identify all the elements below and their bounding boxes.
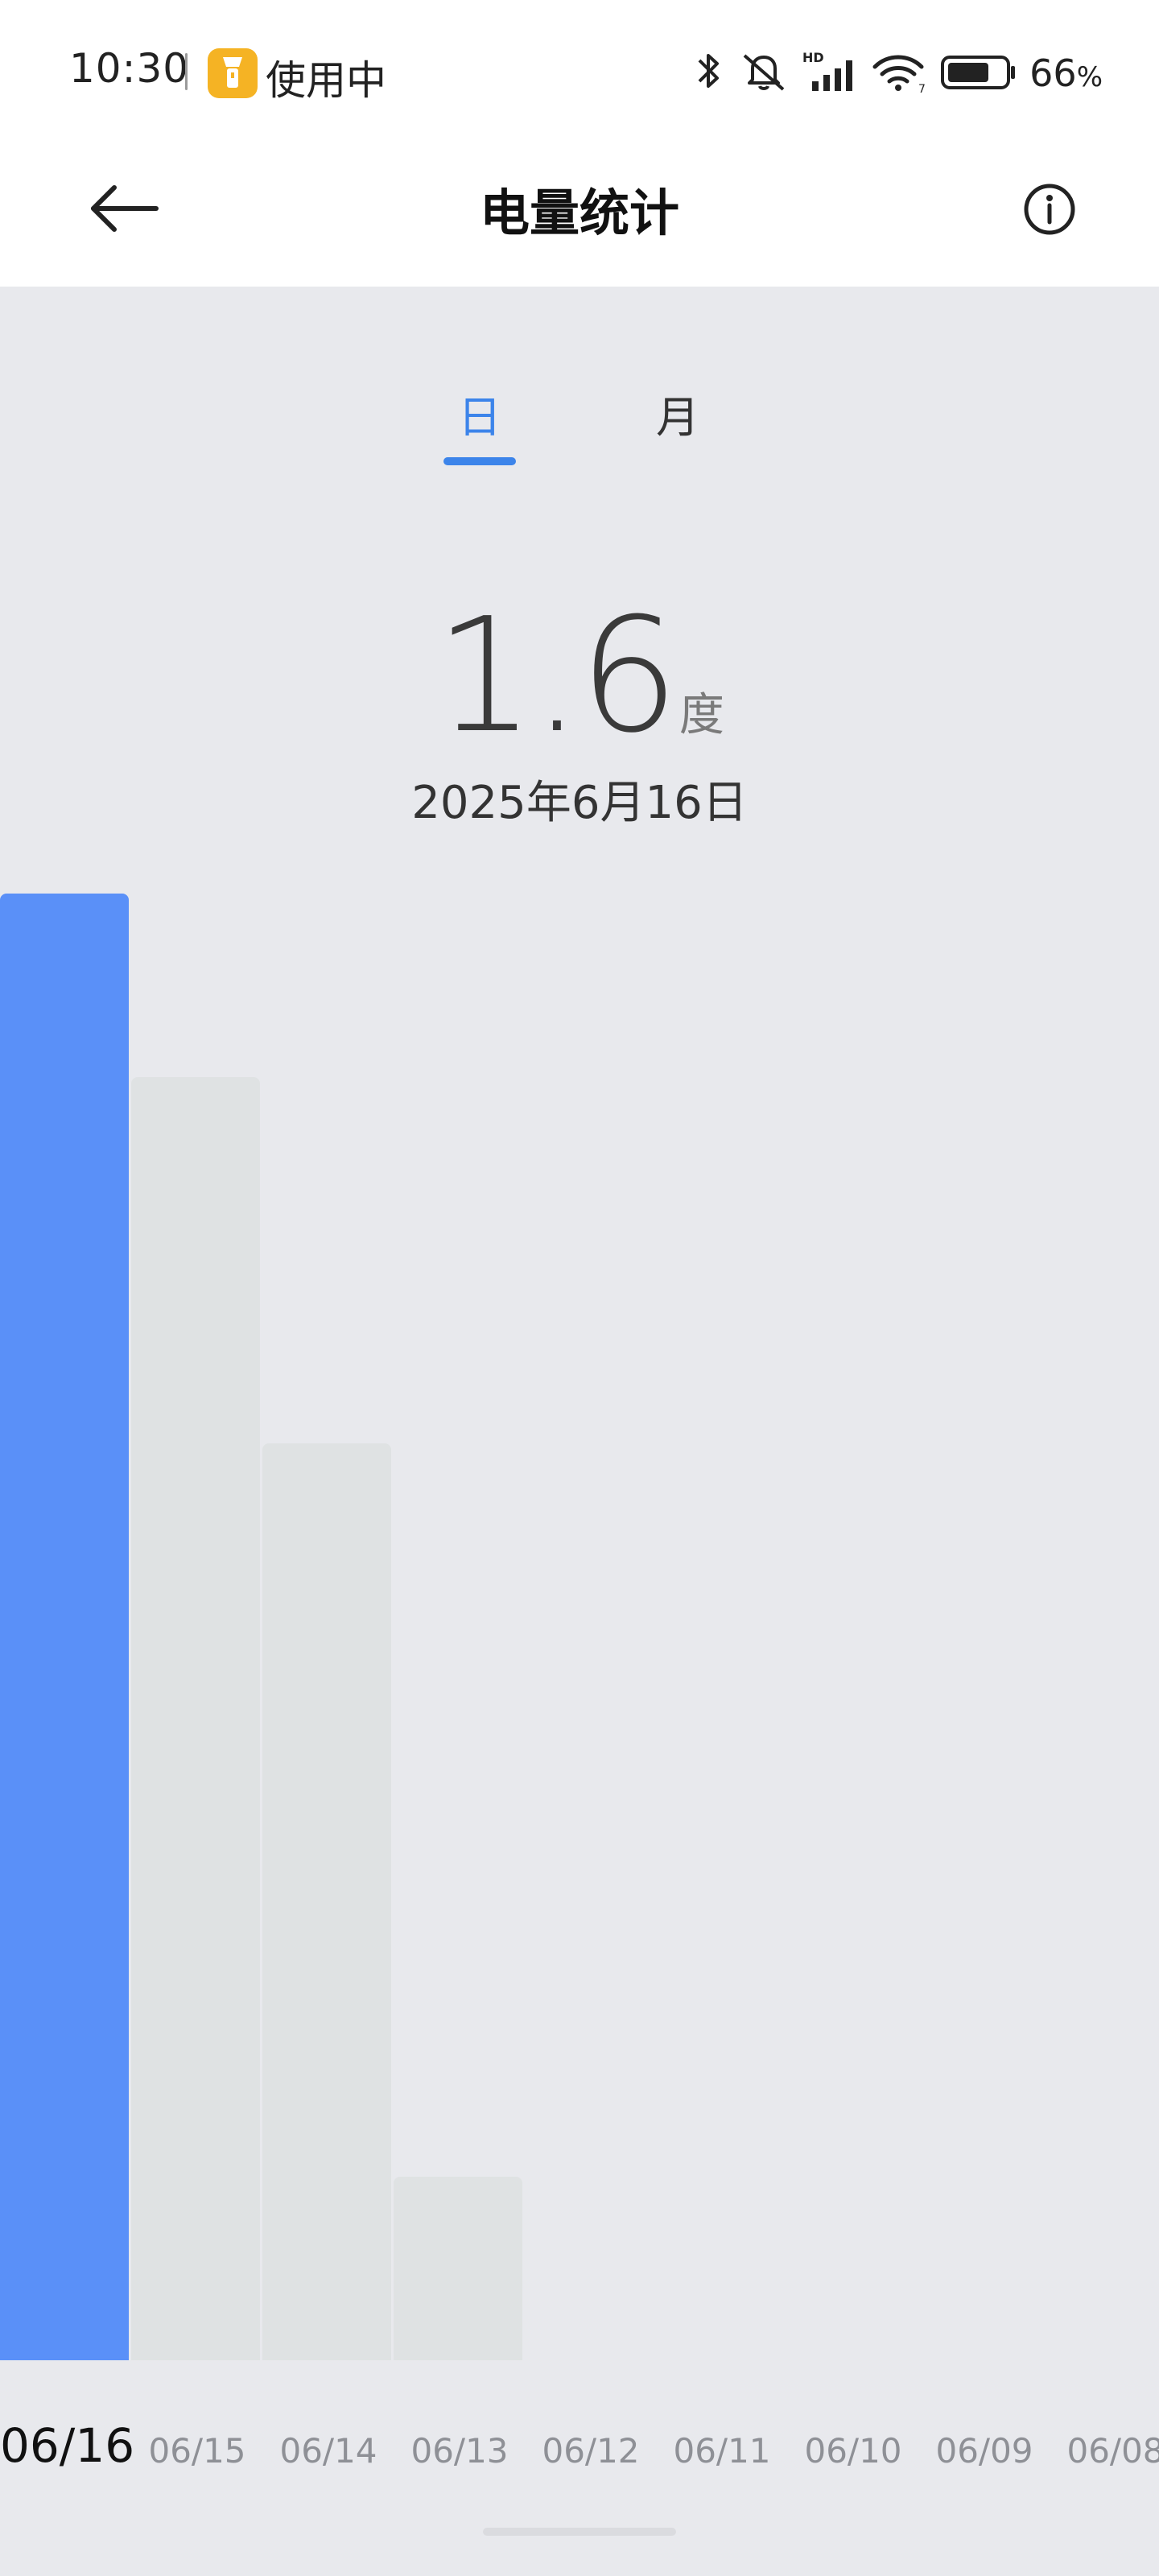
flashlight-icon[interactable]: [208, 48, 258, 98]
bluetooth-icon: [693, 49, 725, 97]
x-label-06-13[interactable]: 06/13: [395, 2431, 524, 2471]
x-label-06-12[interactable]: 06/12: [526, 2431, 655, 2471]
bar-06-13[interactable]: [394, 2177, 522, 2360]
battery-percent: 66%: [1029, 52, 1103, 95]
usage-value: 1.6: [435, 584, 679, 768]
battery-value: 66: [1029, 52, 1077, 95]
status-icons: HD 7 66%: [693, 45, 1103, 101]
usage-summary: 1.6度: [0, 588, 1159, 765]
x-label-06-15[interactable]: 06/15: [133, 2431, 262, 2471]
svg-text:7: 7: [918, 83, 926, 94]
x-label-06-08[interactable]: 06/08: [1051, 2431, 1159, 2471]
bar-06-16[interactable]: [0, 894, 129, 2360]
app-status-text[interactable]: 使用中: [266, 48, 386, 106]
bar-06-15[interactable]: [131, 1077, 260, 2360]
status-time: 10:30: [69, 45, 190, 92]
svg-text:HD: HD: [802, 50, 824, 65]
x-label-06-10[interactable]: 06/10: [789, 2431, 918, 2471]
x-label-06-16[interactable]: 06/16: [0, 2418, 134, 2473]
status-separator: [185, 53, 188, 90]
usage-unit: 度: [678, 689, 724, 741]
wifi-icon: 7: [872, 49, 928, 97]
hd-signal-icon: HD: [802, 49, 859, 97]
info-icon: [1023, 183, 1076, 239]
battery-icon: [941, 49, 1017, 97]
x-label-06-14[interactable]: 06/14: [264, 2431, 393, 2471]
tab-month[interactable]: 月: [629, 382, 726, 470]
title-bar: 电量统计: [0, 145, 1159, 287]
bar-06-14[interactable]: [262, 1443, 391, 2360]
x-label-06-11[interactable]: 06/11: [658, 2431, 786, 2471]
battery-unit: %: [1076, 61, 1103, 93]
home-indicator: [483, 2528, 676, 2536]
selected-date: 2025年6月16日: [411, 777, 748, 829]
mute-icon: [738, 49, 790, 97]
x-label-06-09[interactable]: 06/09: [920, 2431, 1049, 2471]
usage-bar-chart: 06/16 06/15 06/14 06/13 06/12 06/11 06/10 06/09…: [0, 886, 1159, 2576]
page-title: 电量统计: [479, 184, 679, 242]
status-bar: 10:30 使用中 HD 7 66%: [0, 0, 1159, 145]
tab-active-indicator: [443, 457, 516, 465]
info-button[interactable]: [1009, 171, 1090, 251]
